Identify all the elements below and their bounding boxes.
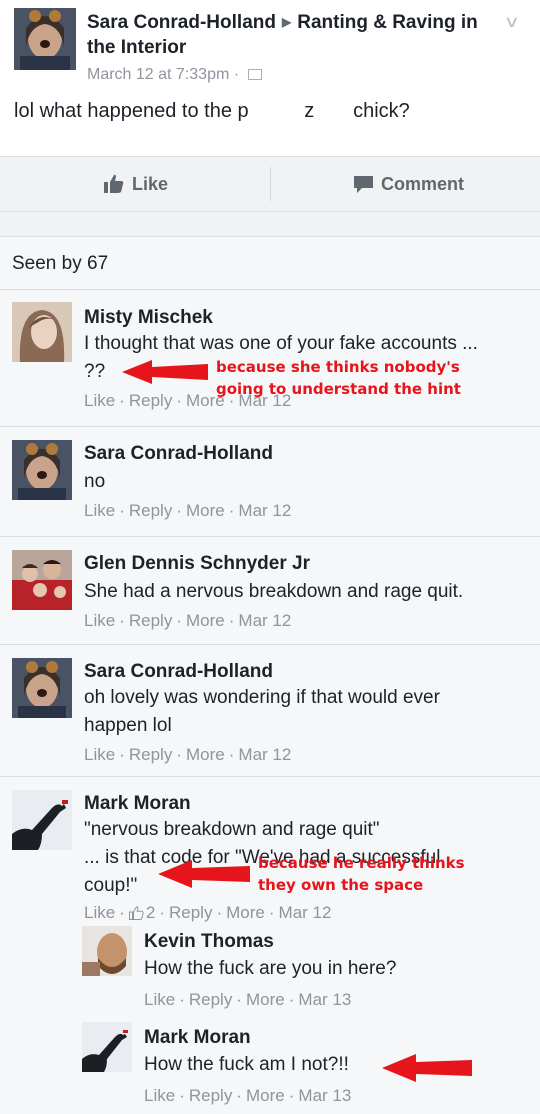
comment-text: She had a nervous breakdown and rage qui… (84, 581, 464, 602)
reply-more-link[interactable]: More (246, 990, 285, 1009)
annotation-text: because he really thinks they own the sp… (258, 854, 465, 894)
comment-like-link[interactable]: Like (84, 391, 115, 410)
comment-actions: Like · 2 · Reply · More · Mar 12 (84, 903, 332, 922)
comments-list: Misty Mischek I thought that was one of … (0, 290, 540, 1114)
post-header: Sara Conrad-Holland ▶ Ranting & Raving in … (0, 0, 540, 92)
annotation-text: because she thinks nobody's going to und… (216, 358, 461, 398)
comment-date[interactable]: Mar 12 (279, 903, 332, 922)
post-timestamp[interactable]: March 12 at 7:33pm (87, 66, 229, 83)
comment-item: Mark Moran "nervous breakdown and rage q… (0, 776, 540, 1114)
comment-icon (354, 176, 373, 193)
like-label: Like (132, 174, 169, 194)
red-arrow-annotation (158, 860, 250, 888)
red-arrow-annotation (382, 1054, 472, 1082)
commenter-name[interactable]: Mark Moran (84, 792, 191, 816)
reply-like-link[interactable]: Like (144, 1086, 175, 1105)
author-avatar[interactable] (14, 8, 76, 70)
commenter-name[interactable]: Misty Mischek (84, 306, 213, 330)
reply-avatar[interactable] (82, 1022, 132, 1072)
replier-name[interactable]: Kevin Thomas (144, 930, 274, 954)
comment-button[interactable]: Comment (354, 157, 464, 211)
reply-date[interactable]: Mar 13 (298, 1086, 351, 1105)
comment-like-link[interactable]: Like (84, 745, 115, 764)
divider (0, 644, 540, 645)
post-author-link[interactable]: Sara Conrad-Holland (87, 12, 276, 33)
comment-text: no (84, 471, 106, 492)
post-text: lol what happened to the p z chick? (14, 100, 410, 122)
commenter-avatar[interactable] (12, 658, 72, 718)
comment-text: oh lovely was wondering if that would ev… (84, 687, 440, 736)
comment-date[interactable]: Mar 12 (238, 611, 291, 630)
seen-by[interactable]: Seen by 67 (0, 236, 540, 290)
spacer (0, 212, 540, 236)
comment-reply-link[interactable]: Reply (129, 501, 172, 520)
action-bar: Like Comment (0, 156, 540, 212)
privacy-icon (247, 69, 262, 80)
commenter-name[interactable]: Glen Dennis Schnyder Jr (84, 552, 310, 576)
reply-more-link[interactable]: More (246, 1086, 285, 1105)
comment-reply-link[interactable]: Reply (169, 903, 212, 922)
comment-reply-link[interactable]: Reply (129, 611, 172, 630)
comment-reply-link[interactable]: Reply (129, 745, 172, 764)
comment-more-link[interactable]: More (186, 611, 225, 630)
action-divider (270, 167, 271, 201)
commenter-avatar[interactable] (12, 790, 72, 850)
reply-like-link[interactable]: Like (144, 990, 175, 1009)
thumbs-up-icon (104, 174, 124, 193)
commenter-avatar[interactable] (12, 302, 72, 362)
comment-date[interactable]: Mar 12 (238, 745, 291, 764)
reply-text: How the fuck are you in here? (144, 958, 397, 979)
replier-name[interactable]: Mark Moran (144, 1026, 251, 1050)
reply-avatar[interactable] (82, 926, 132, 976)
reply-reply-link[interactable]: Reply (189, 990, 232, 1009)
red-arrow-annotation (122, 360, 208, 384)
reply-actions: Like · Reply · More · Mar 13 (144, 1086, 352, 1105)
comment-label: Comment (381, 174, 465, 194)
reply-text: How the fuck am I not?!! (144, 1054, 349, 1075)
commenter-avatar[interactable] (12, 550, 72, 610)
like-button[interactable]: Like (104, 157, 168, 211)
chevron-down-icon[interactable]: ∨ (504, 12, 520, 32)
comment-item: Sara Conrad-Holland no Like · Reply · More · M… (0, 426, 540, 536)
comment-actions: Like · Reply · More · Mar 12 (84, 745, 292, 764)
reply-reply-link[interactable]: Reply (189, 1086, 232, 1105)
caret-right-icon: ▶ (281, 15, 292, 29)
divider (0, 776, 540, 777)
comment-actions: Like · Reply · More · Mar 12 (84, 501, 292, 520)
comment-like-link[interactable]: Like (84, 501, 115, 520)
divider (0, 536, 540, 537)
comment-actions: Like · Reply · More · Mar 12 (84, 611, 292, 630)
commenter-avatar[interactable] (12, 440, 72, 500)
comment-more-link[interactable]: More (186, 745, 225, 764)
comment-reply-link[interactable]: Reply (129, 391, 172, 410)
comment-like-link[interactable]: Like (84, 903, 115, 922)
thumbs-up-outline-icon (128, 906, 144, 920)
reply-date[interactable]: Mar 13 (298, 990, 351, 1009)
comment-more-link[interactable]: More (186, 501, 225, 520)
reply-actions: Like · Reply · More · Mar 13 (144, 990, 352, 1009)
comment-item: Sara Conrad-Holland oh lovely was wonder… (0, 644, 540, 776)
commenter-name[interactable]: Sara Conrad-Holland (84, 660, 273, 684)
comment-more-link[interactable]: More (226, 903, 265, 922)
commenter-name[interactable]: Sara Conrad-Holland (84, 442, 273, 466)
reaction-count[interactable]: 2 (146, 903, 155, 922)
divider (0, 426, 540, 427)
comment-item: Misty Mischek I thought that was one of … (0, 290, 540, 426)
comment-date[interactable]: Mar 12 (238, 501, 291, 520)
comment-item: Glen Dennis Schnyder Jr She had a nervou… (0, 536, 540, 644)
comment-like-link[interactable]: Like (84, 611, 115, 630)
